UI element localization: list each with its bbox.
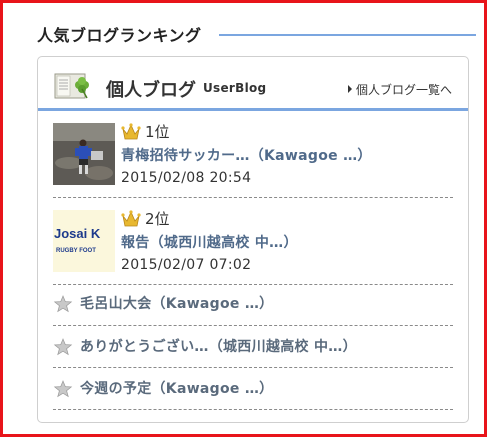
notebook-clover-icon (54, 73, 89, 99)
rank-5-post-link[interactable]: 今週の予定（Kawagoe …） (80, 378, 274, 398)
ranking-item-3: 毛呂山大会（Kawagoe …） (53, 290, 453, 320)
gold-crown-icon (121, 210, 141, 227)
rank-2-post-link[interactable]: 報告（城西川越高校 中…） (121, 232, 298, 252)
section-title-divider (219, 34, 476, 36)
thumb-logo-text: Josai K (54, 226, 101, 241)
soccer-player-photo (53, 123, 115, 185)
ranking-item-1: 1位 青梅招待サッカー…（Kawagoe …） 2015/02/08 20:54 (53, 123, 453, 193)
section-title: 人気ブログランキング (37, 22, 208, 46)
rank-2-label: 2位 (121, 208, 170, 230)
card-subtitle: UserBlog (203, 81, 267, 95)
thumb-logo-subtext: RUGBY FOOT (56, 248, 96, 254)
item-divider (53, 325, 453, 326)
ranking-item-4: ありがとうござい…（城西川越高校 中…） (53, 333, 453, 363)
blog-ranking-card: 個人ブログ UserBlog 個人ブログ一覧へ 1位 青梅招待サッカー…（Kaw… (37, 56, 469, 423)
rank-3-post-link[interactable]: 毛呂山大会（Kawagoe …） (80, 293, 274, 313)
card-title: 個人ブログ (106, 80, 196, 101)
rank-1-label: 1位 (121, 121, 170, 143)
josai-rugby-logo: Josai K RUGBY FOOT (53, 210, 115, 272)
rank-4-post-link[interactable]: ありがとうござい…（城西川越高校 中…） (80, 336, 357, 356)
item-divider (53, 284, 453, 285)
blog-list-link[interactable]: 個人ブログ一覧へ (347, 81, 452, 98)
rank-1-thumbnail[interactable] (53, 123, 115, 185)
card-header-rule (38, 108, 468, 111)
item-divider (53, 409, 453, 410)
rank-2-post-date: 2015/02/07 07:02 (121, 257, 252, 273)
rank-2-text: 2位 (145, 210, 170, 228)
ranking-item-5: 今週の予定（Kawagoe …） (53, 375, 453, 405)
gold-crown-icon (121, 123, 141, 140)
blog-list-link-label: 個人ブログ一覧へ (355, 83, 452, 97)
rank-1-post-date: 2015/02/08 20:54 (121, 170, 252, 186)
gray-star-icon (53, 338, 73, 356)
item-divider (53, 367, 453, 368)
rank-2-thumbnail[interactable]: Josai K RUGBY FOOT (53, 210, 115, 272)
triangle-right-icon (347, 85, 352, 93)
gray-star-icon (53, 295, 73, 313)
rank-1-text: 1位 (145, 123, 170, 141)
rank-1-post-link[interactable]: 青梅招待サッカー…（Kawagoe …） (121, 145, 372, 165)
item-divider (53, 197, 453, 198)
gray-star-icon (53, 380, 73, 398)
card-header: 個人ブログ UserBlog 個人ブログ一覧へ (38, 57, 468, 111)
ranking-item-2: Josai K RUGBY FOOT 2位 報告（城西川越高校 中…） 2015… (53, 210, 453, 280)
